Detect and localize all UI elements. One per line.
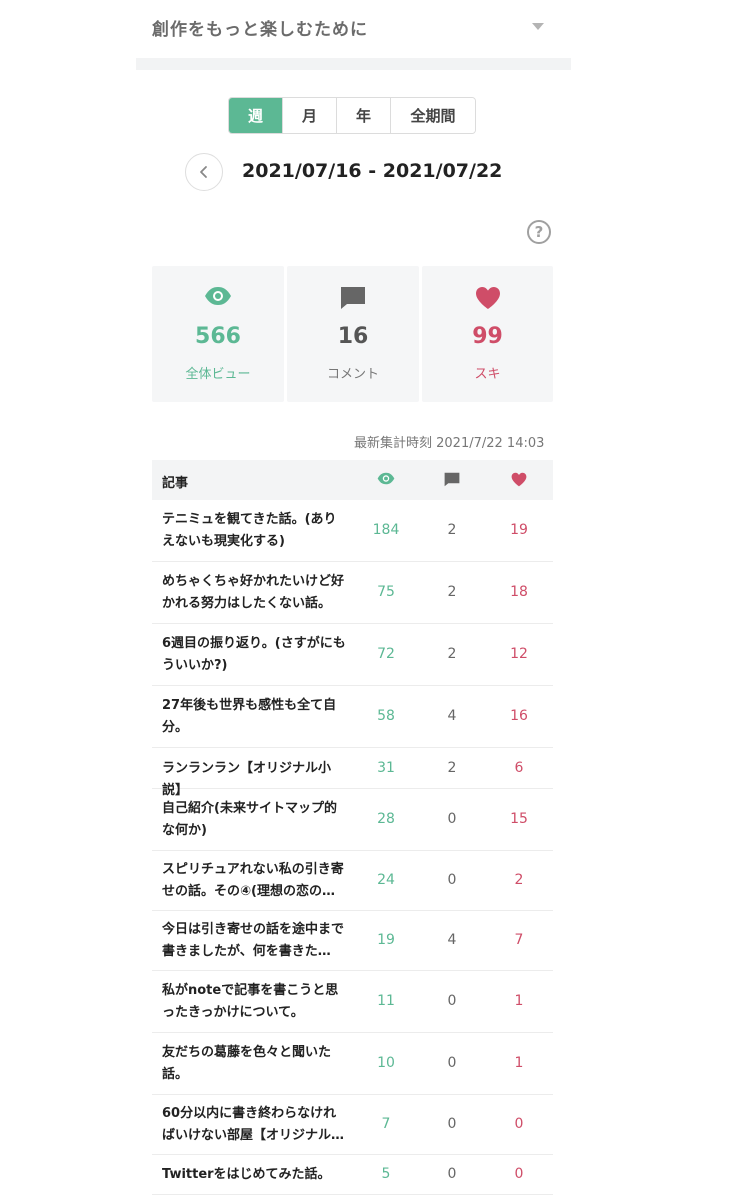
table-row[interactable]: めちゃくちゃ好かれたいけど好かれる努力はしたくない話。 75 2 18 <box>152 562 553 624</box>
article-likes: 15 <box>510 811 528 827</box>
article-comments: 0 <box>447 811 457 827</box>
article-views: 75 <box>377 584 395 600</box>
article-views: 28 <box>377 811 395 827</box>
article-likes: 19 <box>510 522 528 538</box>
heart-icon <box>511 472 527 487</box>
article-views: 7 <box>381 1116 391 1132</box>
period-tab-3[interactable]: 全期間 <box>391 98 475 133</box>
column-title-article: 記事 <box>162 476 189 491</box>
article-likes: 7 <box>514 932 524 948</box>
chevron-left-icon <box>200 166 207 178</box>
article-likes: 0 <box>514 1166 524 1182</box>
article-views: 5 <box>381 1166 391 1182</box>
article-comments: 0 <box>447 1116 457 1132</box>
article-views: 184 <box>372 522 400 538</box>
article-likes: 12 <box>510 646 528 662</box>
comments-count: 16 <box>337 324 369 349</box>
article-comments: 0 <box>447 872 457 888</box>
article-comments: 2 <box>447 522 457 538</box>
table-body: テニミュを観てきた話。(ありえないも現実化する) 184 2 19 めちゃくちゃ好かれた… <box>152 500 553 1195</box>
stat-card-likes: 99 スキ <box>422 266 553 402</box>
article-title[interactable]: Twitterをはじめてみた話。 <box>162 1164 348 1186</box>
article-likes: 1 <box>514 1055 524 1071</box>
article-likes: 6 <box>514 760 524 776</box>
stat-card-views: 566 全体ビュー <box>152 266 284 402</box>
article-comments: 0 <box>447 1166 457 1182</box>
table-row[interactable]: テニミュを観てきた話。(ありえないも現実化する) 184 2 19 <box>152 500 553 562</box>
date-range: 2021/07/16 - 2021/07/22 <box>242 160 503 182</box>
article-title[interactable]: 今日は引き寄せの話を途中まで書きましたが、何を書きた… <box>162 919 348 963</box>
views-label: 全体ビュー <box>185 367 251 382</box>
article-title[interactable]: めちゃくちゃ好かれたいけど好かれる努力はしたくない話。 <box>162 571 348 615</box>
article-views: 19 <box>377 932 395 948</box>
article-title[interactable]: 6週目の振り返り。(さすがにもういいか?) <box>162 633 348 677</box>
table-row[interactable]: スピリチュアれない私の引き寄せの話。その④(理想の恋の… 24 0 2 <box>152 851 553 911</box>
article-views: 11 <box>377 993 395 1009</box>
header-divider <box>136 58 571 70</box>
views-count: 566 <box>195 324 241 349</box>
updated-timestamp: 最新集計時刻 2021/7/22 14:03 <box>354 436 545 451</box>
comment-icon <box>444 472 460 487</box>
table-row[interactable]: 60分以内に書き終わらなければいけない部屋【オリジナル… 7 0 0 <box>152 1095 553 1155</box>
article-title[interactable]: 60分以内に書き終わらなければいけない部屋【オリジナル… <box>162 1103 348 1147</box>
article-title[interactable]: 27年後も世界も感性も全て自分。 <box>162 695 348 739</box>
likes-label: スキ <box>474 367 501 382</box>
article-title[interactable]: スピリチュアれない私の引き寄せの話。その④(理想の恋の… <box>162 859 348 903</box>
article-views: 72 <box>377 646 395 662</box>
table-row[interactable]: ランランラン【オリジナル小説】 31 2 6 <box>152 748 553 798</box>
article-likes: 1 <box>514 993 524 1009</box>
article-views: 31 <box>377 760 395 776</box>
stat-card-comments: 16 コメント <box>287 266 419 402</box>
article-views: 24 <box>377 872 395 888</box>
table-row[interactable]: 友だちの葛藤を色々と聞いた話。 10 0 1 <box>152 1033 553 1095</box>
article-comments: 0 <box>447 1055 457 1071</box>
comments-label: コメント <box>326 367 379 382</box>
article-likes: 16 <box>510 708 528 724</box>
table-header: 記事 <box>152 460 553 500</box>
table-row[interactable]: Twitterをはじめてみた話。 5 0 0 <box>152 1155 553 1195</box>
eye-icon <box>377 472 395 485</box>
article-stats-table: 記事 テニミュを観てきた話。(ありえないも現実化する) 184 2 19 めちゃくちゃ好… <box>152 460 553 1195</box>
table-row[interactable]: 27年後も世界も感性も全て自分。 58 4 16 <box>152 686 553 748</box>
header-title: 創作をもっと楽しむために <box>152 20 368 40</box>
article-likes: 18 <box>510 584 528 600</box>
page-header[interactable]: 創作をもっと楽しむために <box>136 0 571 58</box>
article-views: 10 <box>377 1055 395 1071</box>
article-comments: 0 <box>447 993 457 1009</box>
table-row[interactable]: 6週目の振り返り。(さすがにもういいか?) 72 2 12 <box>152 624 553 686</box>
period-tab-2[interactable]: 年 <box>337 98 391 133</box>
comment-icon <box>341 287 365 309</box>
article-likes: 0 <box>514 1116 524 1132</box>
article-title[interactable]: テニミュを観てきた話。(ありえないも現実化する) <box>162 509 348 553</box>
table-row[interactable]: 自己紹介(未来サイトマップ的な何か) 28 0 15 <box>152 789 553 851</box>
eye-icon <box>205 287 231 305</box>
period-tab-1[interactable]: 月 <box>283 98 337 133</box>
period-tab-0[interactable]: 週 <box>229 98 283 133</box>
article-title[interactable]: 友だちの葛藤を色々と聞いた話。 <box>162 1042 348 1086</box>
article-comments: 2 <box>447 760 457 776</box>
help-icon[interactable]: ? <box>527 220 551 244</box>
article-comments: 4 <box>447 708 457 724</box>
article-title[interactable]: 自己紹介(未来サイトマップ的な何か) <box>162 798 348 842</box>
prev-period-button[interactable] <box>185 153 223 191</box>
table-row[interactable]: 私がnoteで記事を書こうと思ったきっかけについて。 11 0 1 <box>152 971 553 1033</box>
article-comments: 2 <box>447 584 457 600</box>
article-views: 58 <box>377 708 395 724</box>
article-comments: 2 <box>447 646 457 662</box>
chevron-down-icon[interactable] <box>532 23 544 30</box>
heart-icon <box>475 287 500 309</box>
article-likes: 2 <box>514 872 524 888</box>
table-row[interactable]: 今日は引き寄せの話を途中まで書きましたが、何を書きた… 19 4 7 <box>152 911 553 971</box>
likes-count: 99 <box>472 324 503 349</box>
article-comments: 4 <box>447 932 457 948</box>
period-tabs: 週月年全期間 <box>228 97 476 134</box>
article-title[interactable]: 私がnoteで記事を書こうと思ったきっかけについて。 <box>162 980 348 1024</box>
